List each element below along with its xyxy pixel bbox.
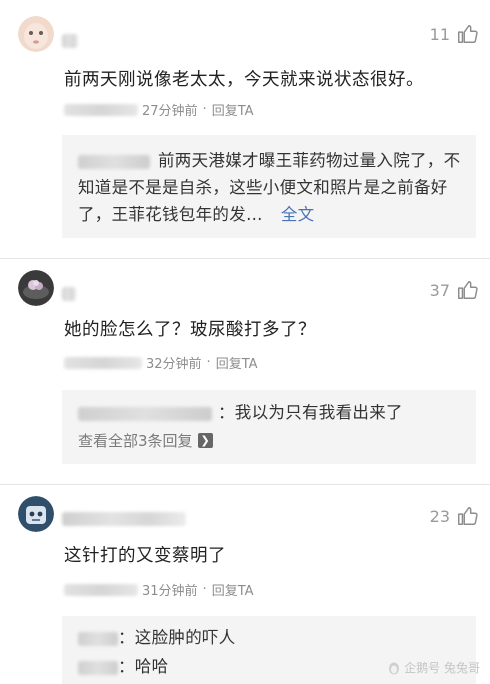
like-control[interactable]: 23 bbox=[430, 505, 478, 527]
time-prefix-blurred bbox=[64, 103, 138, 116]
time-prefix-blurred bbox=[64, 356, 142, 369]
like-count: 37 bbox=[429, 280, 450, 300]
watermark: 企鹅号 兔兔哥 bbox=[387, 659, 480, 676]
avatar[interactable] bbox=[18, 16, 54, 52]
baby-avatar-icon bbox=[18, 16, 54, 52]
avatar[interactable] bbox=[18, 270, 54, 306]
expand-full-text-link[interactable]: 全文 bbox=[281, 205, 315, 224]
view-all-replies-label: 查看全部3条回复 bbox=[78, 432, 193, 450]
divider bbox=[0, 484, 490, 485]
like-control[interactable]: 11 bbox=[430, 23, 478, 45]
quote-author-blurred bbox=[78, 154, 150, 169]
chevron-right-icon: ❯ bbox=[197, 433, 213, 448]
reply-author-blurred bbox=[78, 631, 118, 646]
penguin-logo-icon bbox=[389, 662, 400, 674]
reply-text: ：哈哈 bbox=[118, 657, 169, 676]
divider bbox=[0, 258, 490, 259]
comment-meta: 32分钟前 · 回复TA bbox=[64, 353, 258, 372]
reply-text: ：这脸肿的吓人 bbox=[118, 628, 236, 647]
like-count: 11 bbox=[429, 24, 450, 44]
comment-text: 她的脸怎么了？玻尿酸打多了？ bbox=[64, 320, 316, 340]
reply-button[interactable]: 回复TA bbox=[212, 580, 254, 599]
username-blurred[interactable] bbox=[62, 287, 76, 301]
quoted-reply[interactable]: 前两天港媒才曝王菲药物过量入院了，不知道是不是是自杀，这些小便文和照片是之前备好… bbox=[62, 135, 476, 238]
reply-author-blurred bbox=[78, 660, 118, 675]
reply-button[interactable]: 回复TA bbox=[212, 100, 254, 119]
reply-author-blurred bbox=[78, 406, 212, 421]
comment-text: 这针打的又变蔡明了 bbox=[64, 546, 226, 566]
comment-time: 31分钟前 bbox=[142, 584, 198, 599]
separator: · bbox=[206, 355, 211, 370]
avatar[interactable] bbox=[18, 496, 54, 532]
watermark-text: 企鹅号 兔兔哥 bbox=[404, 661, 480, 675]
thumbs-up-icon[interactable] bbox=[456, 279, 478, 301]
reply-text: ：我以为只有我看出来了 bbox=[218, 403, 403, 422]
comment-text: 前两天刚说像老太太，今天就来说状态很好。 bbox=[64, 70, 424, 90]
view-all-replies[interactable]: 查看全部3条回复 ❯ bbox=[78, 430, 462, 451]
separator: · bbox=[202, 582, 207, 597]
separator: · bbox=[202, 102, 207, 117]
quote-body: 前两天港媒才曝王菲药物过量入院了，不知道是不是是自杀，这些小便文和照片是之前备好… bbox=[78, 147, 462, 228]
comment-time: 32分钟前 bbox=[146, 357, 202, 372]
thumbs-up-icon[interactable] bbox=[456, 23, 478, 45]
username-blurred[interactable] bbox=[62, 512, 186, 526]
reply-line: ：这脸肿的吓人 bbox=[78, 624, 462, 651]
time-prefix-blurred bbox=[64, 583, 138, 596]
cartoon-avatar-icon bbox=[18, 496, 54, 532]
reply-button[interactable]: 回复TA bbox=[216, 353, 258, 372]
reply-preview[interactable]: ：我以为只有我看出来了 查看全部3条回复 ❯ bbox=[62, 390, 476, 464]
comment-meta: 27分钟前 · 回复TA bbox=[64, 100, 254, 119]
flower-avatar-icon bbox=[18, 270, 54, 306]
like-count: 23 bbox=[429, 506, 450, 526]
thumbs-up-icon[interactable] bbox=[456, 505, 478, 527]
like-control[interactable]: 37 bbox=[430, 279, 478, 301]
comment-time: 27分钟前 bbox=[142, 104, 198, 119]
comment-meta: 31分钟前 · 回复TA bbox=[64, 580, 254, 599]
reply-line: ：我以为只有我看出来了 bbox=[78, 399, 462, 426]
username-blurred[interactable] bbox=[62, 34, 78, 48]
